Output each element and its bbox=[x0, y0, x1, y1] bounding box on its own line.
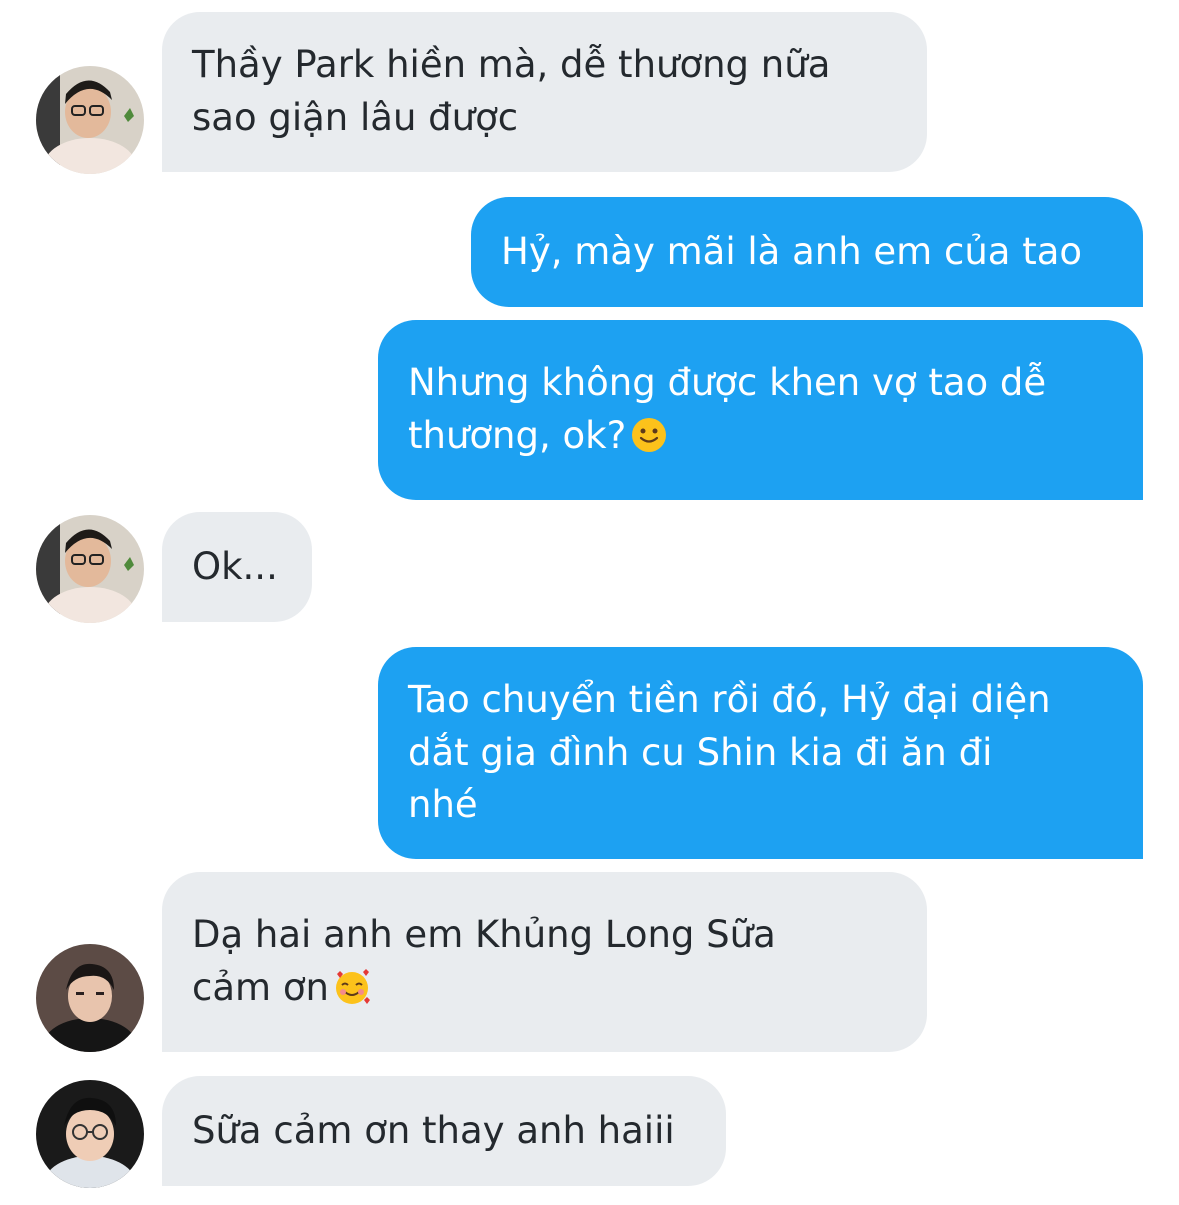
sender-avatar[interactable] bbox=[36, 1080, 144, 1188]
message-text: Ok... bbox=[192, 544, 278, 588]
sender-avatar[interactable] bbox=[36, 944, 144, 1052]
sender-avatar[interactable] bbox=[36, 515, 144, 623]
message-text: Tao chuyển tiền rồi đó, Hỷ đại diện dắt … bbox=[408, 678, 1051, 827]
message-bubble-outgoing[interactable]: Nhưng không được khen vợ tao dễ thương, … bbox=[378, 320, 1143, 500]
message-text: Sữa cảm ơn thay anh haiii bbox=[192, 1108, 675, 1152]
message-text: Hỷ, mày mãi là anh em của tao bbox=[501, 229, 1083, 273]
message-bubble-incoming[interactable]: Thầy Park hiền mà, dễ thương nữa sao giậ… bbox=[162, 12, 927, 172]
slightly-smiling-face-icon bbox=[630, 416, 668, 454]
message-bubble-outgoing[interactable]: Hỷ, mày mãi là anh em của tao bbox=[471, 197, 1143, 307]
sender-avatar[interactable] bbox=[36, 66, 144, 174]
message-text: Thầy Park hiền mà, dễ thương nữa sao giậ… bbox=[192, 43, 831, 139]
message-bubble-incoming[interactable]: Ok... bbox=[162, 512, 312, 622]
message-text: Dạ hai anh em Khủng Long Sữa cảm ơn bbox=[192, 913, 776, 1009]
message-text: Nhưng không được khen vợ tao dễ thương, … bbox=[408, 361, 1047, 457]
smiling-face-with-hearts-icon bbox=[333, 968, 371, 1006]
message-bubble-outgoing[interactable]: Tao chuyển tiền rồi đó, Hỷ đại diện dắt … bbox=[378, 647, 1143, 859]
message-bubble-incoming[interactable]: Sữa cảm ơn thay anh haiii bbox=[162, 1076, 726, 1186]
message-bubble-incoming[interactable]: Dạ hai anh em Khủng Long Sữa cảm ơn bbox=[162, 872, 927, 1052]
